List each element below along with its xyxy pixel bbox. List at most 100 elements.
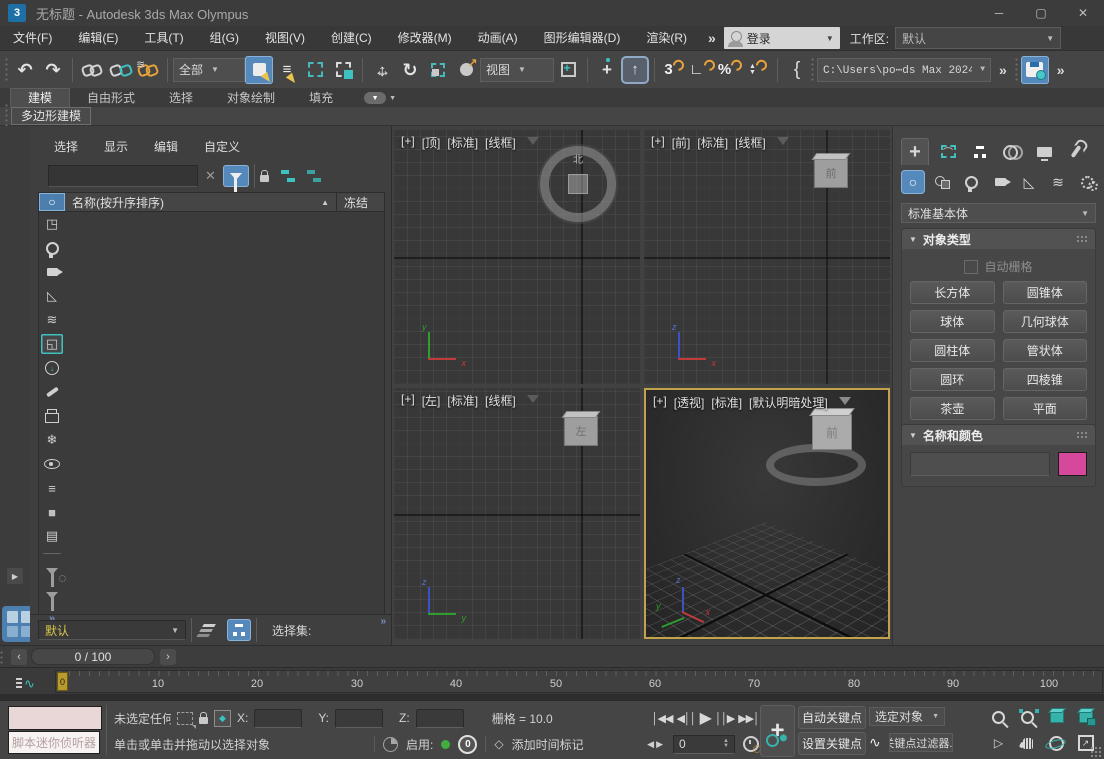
viewport-menu-shading[interactable]: [线框] [485,392,516,409]
torus-button[interactable]: 圆环 [910,368,995,391]
select-and-scale-button[interactable] [424,56,452,84]
count-badge[interactable]: 0 [458,735,477,754]
menu-rendering[interactable]: 渲染(R) [633,26,700,50]
x-coordinate-field[interactable] [254,709,302,728]
toolbar-grip[interactable] [5,57,8,83]
maxscript-listener-output[interactable] [8,706,102,730]
menu-graph-editors[interactable]: 图形编辑器(D) [531,26,634,50]
drag-grip-icon[interactable] [1076,235,1088,244]
undo-button[interactable]: ↶ [11,56,39,84]
viewport-menu-style[interactable]: [标准] [447,134,478,151]
toolbar-overflow-chevron[interactable]: » [991,62,1015,78]
viewport-perspective-active[interactable]: [+] [透视] [标准] [默认明暗处理] 前 z x y [644,388,890,639]
menu-animation[interactable]: 动画(A) [465,26,531,50]
category-helpers[interactable]: ◺ [1017,170,1041,194]
select-and-link-button[interactable] [78,56,106,84]
go-to-start-button[interactable]: │◀◀ [652,712,673,725]
search-filter-button[interactable] [223,165,249,187]
explorer-search-input[interactable] [48,165,198,187]
workspace-dropdown[interactable]: 默认 ▼ [895,27,1061,49]
display-bones-icon[interactable] [41,382,63,402]
key-selection-set-dropdown[interactable]: 选定对象▼ [869,707,945,726]
category-systems[interactable] [1075,170,1099,194]
viewcube[interactable]: 前 [812,414,852,450]
frozen-column-header[interactable]: 冻结 [337,193,384,211]
minimize-button[interactable]: ─ [978,0,1020,26]
named-selection-sets-button[interactable]: { [783,56,811,84]
display-helpers-icon[interactable]: ◺ [41,286,63,306]
absolute-offset-toggle-icon[interactable]: ◆ [214,710,231,727]
display-lights-icon[interactable] [41,238,63,258]
add-time-tag[interactable]: 添加时间标记 [512,736,584,753]
cone-button[interactable]: 圆锥体 [1003,281,1088,304]
time-slider[interactable]: 0 / 100 [31,648,155,665]
zoom-region-button[interactable]: ▷ [984,730,1013,756]
viewcube-compass[interactable]: 北 [540,146,616,222]
frame-step-arrows[interactable]: ◀▶ [647,739,665,750]
sphere-button[interactable]: 球体 [910,310,995,333]
viewport-left[interactable]: [+] [左] [标准] [线框] 左 z y [394,388,640,639]
zoom-extents-button[interactable] [1042,704,1071,730]
filter-icon[interactable] [41,585,63,605]
viewport-filter-icon[interactable] [527,137,539,145]
display-containers-icon[interactable] [41,406,63,426]
next-key-button[interactable]: ││▶ [715,712,734,725]
explorer-object-list[interactable] [38,212,385,615]
viewport-front[interactable]: [+] [前] [标准] [线框] 前 z x [644,130,890,384]
viewport-menu-style[interactable]: [标准] [711,394,742,411]
object-color-swatch[interactable] [1058,452,1087,476]
view-properties-icon[interactable]: ▤ [41,526,63,546]
next-frame-button[interactable]: › [160,649,176,665]
orbit-button[interactable] [1042,730,1071,756]
tab-utilities[interactable] [1063,139,1089,165]
ribbon-tab-modeling[interactable]: 建模 [10,88,70,107]
previous-key-button[interactable]: ◀││ [676,712,695,725]
set-keys-button[interactable]: + [760,705,795,757]
spinner-snap-toggle[interactable]: ▲▼ [744,56,772,84]
menu-create[interactable]: 创建(C) [318,26,385,50]
time-slider-marker[interactable]: 0 [57,672,68,691]
tab-create[interactable]: + [901,138,929,165]
viewport-menu-plus[interactable]: [+] [401,392,415,409]
zoom-extents-all-button[interactable] [1071,704,1100,730]
app-logo-icon[interactable]: 3 [8,4,26,22]
viewport-menu-view[interactable]: [顶] [422,134,441,151]
angle-snap-toggle[interactable]: ∟ [688,56,716,84]
view-list-icon[interactable]: ≡ [41,478,63,498]
geosphere-button[interactable]: 几何球体 [1003,310,1088,333]
menu-group[interactable]: 组(G) [197,26,252,50]
viewcube-assembly[interactable]: 前 [760,408,870,484]
go-to-end-button[interactable]: ▶▶│ [738,712,759,725]
percent-snap-toggle[interactable]: % [716,56,744,84]
tab-display[interactable] [1031,139,1057,165]
name-column-header[interactable]: 名称(按升序排序) ▲ [65,193,337,211]
window-crossing-toggle[interactable] [329,56,357,84]
time-configuration-icon[interactable] [743,736,759,752]
zoom-all-button[interactable] [1013,704,1042,730]
keyboard-shortcut-override-toggle[interactable]: ↑ [621,56,649,84]
select-and-rotate-button[interactable]: ↻ [396,56,424,84]
category-lights[interactable] [959,170,983,194]
menu-modifiers[interactable]: 修改器(M) [385,26,465,50]
viewcube-ring[interactable] [766,444,866,486]
tab-hierarchy[interactable] [967,139,993,165]
project-folder-dropdown[interactable]: C:\Users\po⋯ds Max 2024▼ [817,58,991,82]
selection-lock-icon[interactable] [199,717,208,724]
adaptive-degradation-icon[interactable] [383,737,398,752]
ribbon-tab-selection[interactable]: 选择 [152,89,210,107]
z-coordinate-field[interactable] [416,709,464,728]
polygon-modeling-panel-button[interactable]: 多边形建模 [11,107,91,125]
ribbon-tab-freeform[interactable]: 自由形式 [70,89,152,107]
rectangular-selection-region-button[interactable] [301,56,329,84]
explorer-menu-select[interactable]: 选择 [54,138,78,155]
category-spacewarps[interactable]: ≋ [1046,170,1070,194]
object-type-rollout-header[interactable]: ▼ 对象类型 [902,229,1095,249]
ribbon-minimize-button[interactable]: ▼ ▼ [364,92,396,104]
maximize-button[interactable]: ▢ [1020,0,1062,26]
box-button[interactable]: 长方体 [910,281,995,304]
explorer-menu-display[interactable]: 显示 [104,138,128,155]
viewport-menu-plus[interactable]: [+] [651,134,665,151]
select-and-place-button[interactable] [452,56,480,84]
select-object-button[interactable] [245,56,273,84]
viewport-menu-view[interactable]: [左] [422,392,441,409]
